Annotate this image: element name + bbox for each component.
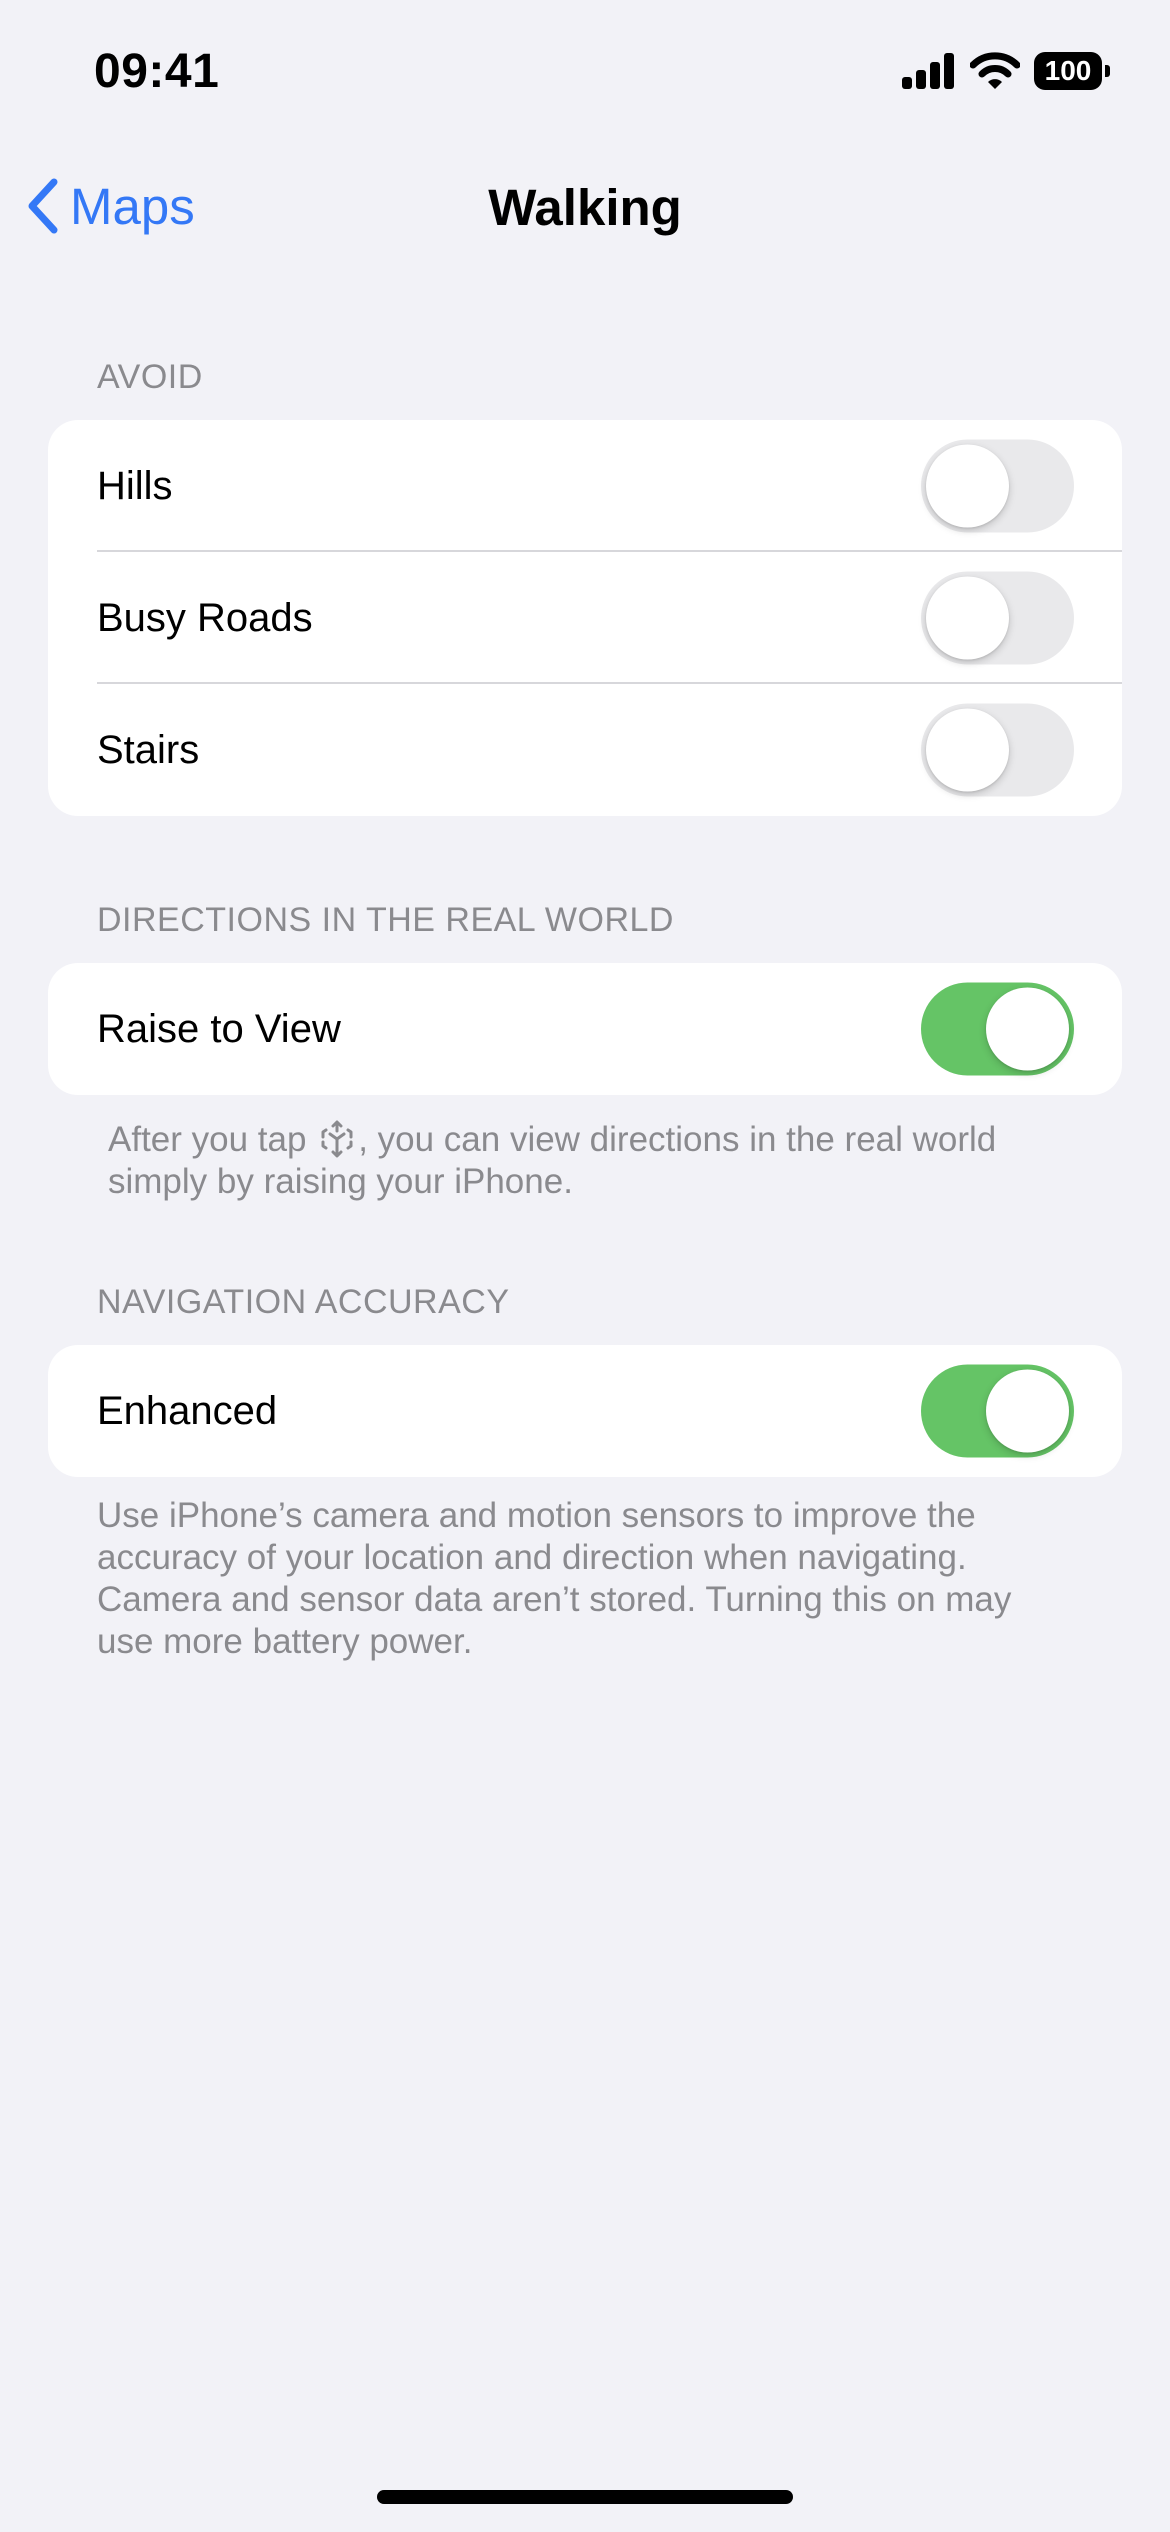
row-label: Raise to View	[97, 1006, 341, 1051]
ar-view-icon	[321, 1120, 353, 1158]
status-bar: 09:41 100	[0, 0, 1170, 140]
battery-cap	[1105, 65, 1110, 77]
setting-row-enhanced: Enhanced	[48, 1345, 1122, 1477]
stairs-toggle[interactable]	[921, 703, 1074, 797]
accuracy-group: Enhanced	[48, 1345, 1122, 1477]
accuracy-footer: Use iPhone’s camera and motion sensors t…	[97, 1496, 1012, 1661]
toggle-knob	[926, 708, 1009, 792]
avoid-group: Hills Busy Roads Stairs	[48, 420, 1122, 816]
row-label: Stairs	[97, 727, 200, 772]
footer-text-start: After you tap	[108, 1120, 307, 1159]
setting-row-raise-to-view: Raise to View	[48, 963, 1122, 1095]
home-indicator[interactable]	[377, 2490, 793, 2504]
setting-row-hills: Hills	[48, 420, 1122, 552]
navigation-bar: Maps Walking	[0, 160, 1170, 250]
section-header-avoid: AVOID	[97, 358, 203, 396]
toggle-knob	[986, 1369, 1069, 1453]
toggle-knob	[986, 987, 1069, 1071]
directions-footer: After you tap , you can view directions …	[108, 1119, 1008, 1203]
busy-roads-toggle[interactable]	[921, 571, 1074, 665]
battery-level: 100	[1034, 52, 1102, 90]
hills-toggle[interactable]	[921, 439, 1074, 533]
row-label: Enhanced	[97, 1388, 278, 1433]
battery-icon: 100	[1034, 52, 1110, 90]
raise-to-view-toggle[interactable]	[921, 982, 1074, 1076]
status-icons: 100	[902, 52, 1110, 90]
status-time: 09:41	[94, 45, 220, 98]
section-header-directions: DIRECTIONS IN THE REAL WORLD	[97, 901, 674, 939]
cellular-signal-icon	[902, 53, 954, 89]
wifi-icon	[970, 52, 1020, 89]
row-label: Busy Roads	[97, 595, 313, 640]
directions-group: Raise to View	[48, 963, 1122, 1095]
page-title: Walking	[488, 179, 682, 236]
section-header-accuracy: NAVIGATION ACCURACY	[97, 1283, 510, 1321]
toggle-knob	[926, 576, 1009, 660]
toggle-knob	[926, 444, 1009, 528]
setting-row-busy-roads: Busy Roads	[48, 552, 1122, 684]
setting-row-stairs: Stairs	[48, 684, 1122, 816]
row-label: Hills	[97, 463, 173, 508]
enhanced-toggle[interactable]	[921, 1364, 1074, 1458]
